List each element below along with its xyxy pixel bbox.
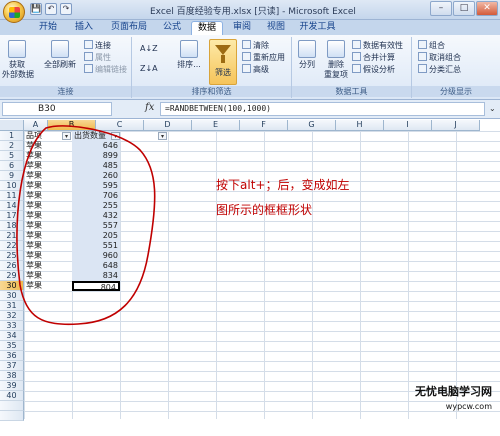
watermark-title: 无忧电脑学习网 [415, 385, 492, 398]
watermark-url: wypcw.com [445, 402, 492, 411]
red-loop-annotation [16, 125, 156, 326]
watermark: 无忧电脑学习网 wypcw.com [415, 384, 492, 414]
office-button[interactable] [3, 1, 25, 23]
office-logo-icon [9, 7, 20, 18]
